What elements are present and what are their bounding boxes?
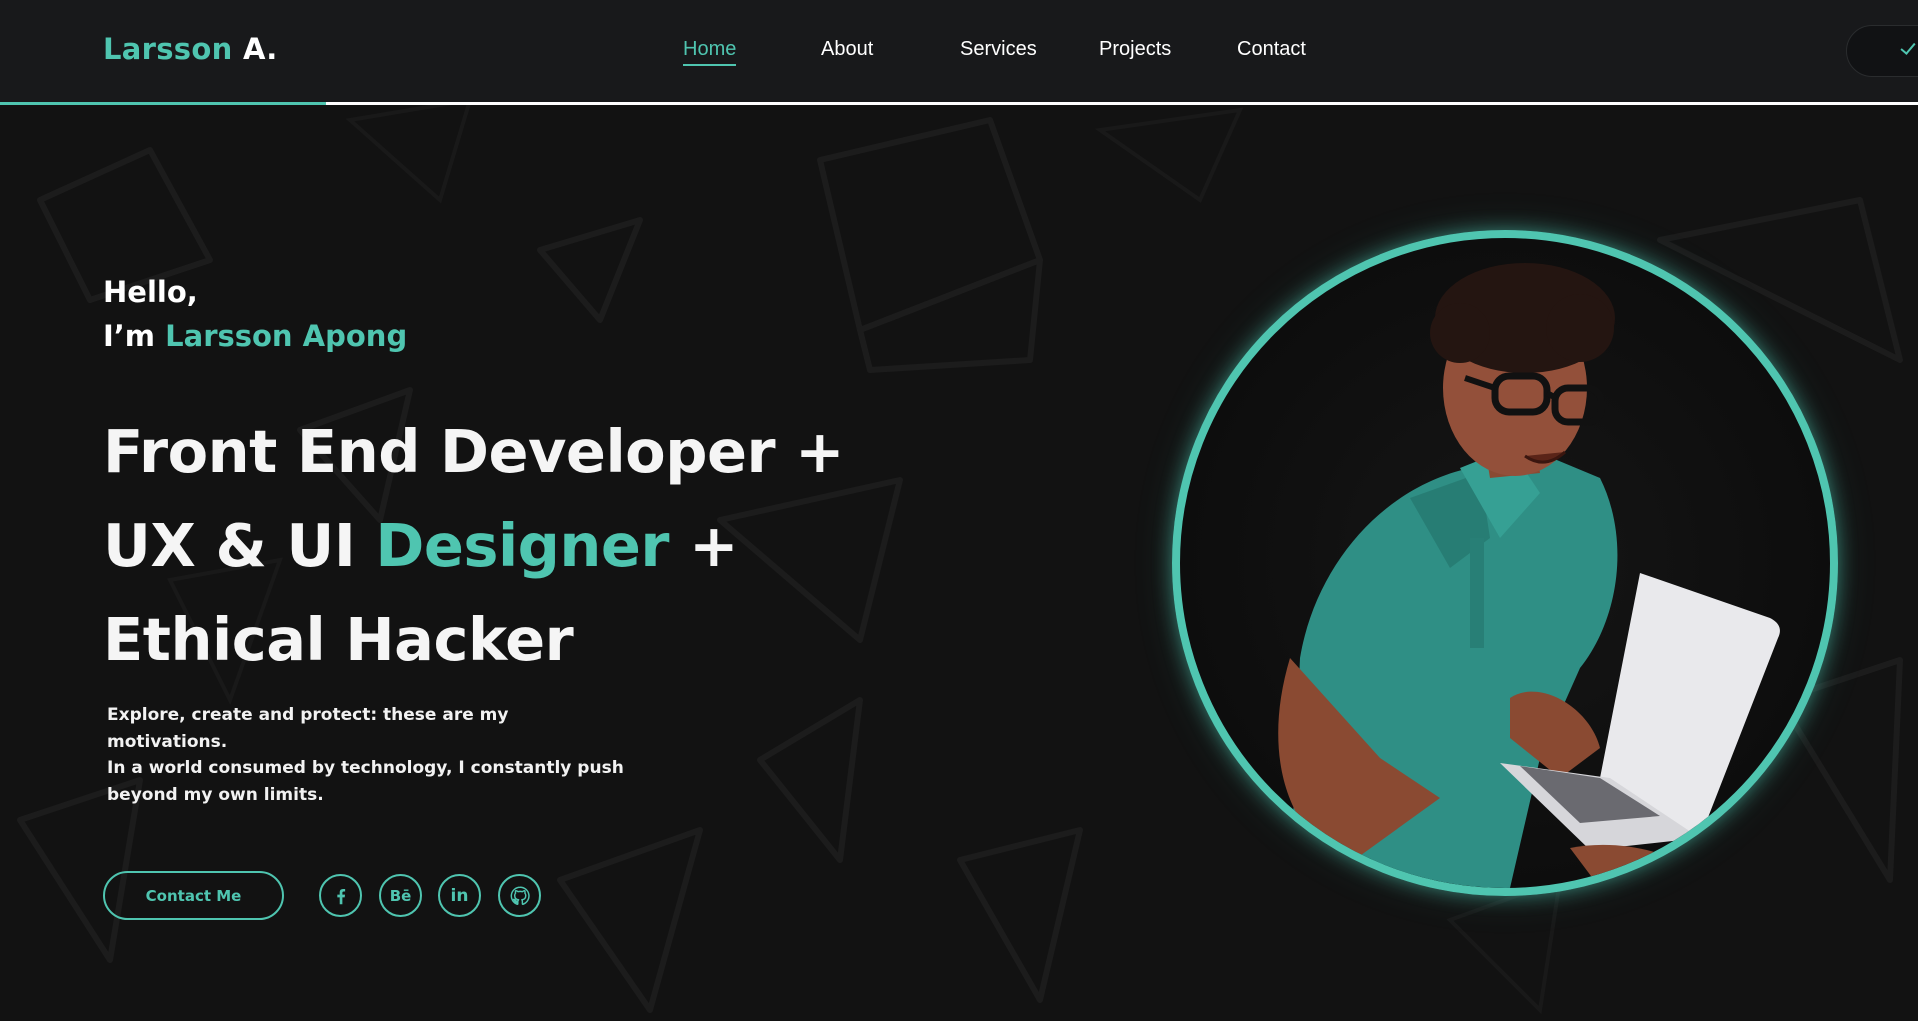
github-icon[interactable] (498, 874, 541, 917)
contact-me-button[interactable]: Contact Me (103, 871, 284, 920)
linkedin-glyph: in (450, 885, 469, 906)
page: Larsson A. Home About Services Projects … (0, 0, 1918, 1021)
nav-about[interactable]: About (821, 38, 873, 61)
theme-toggle-button[interactable] (1846, 25, 1918, 77)
headline-line-2: UX & UI Designer + (103, 499, 844, 593)
github-glyph (510, 886, 530, 905)
hero-headline: Front End Developer + UX & UI Designer +… (103, 405, 845, 687)
greeting-intro: I’m Larsson Apong (103, 314, 407, 358)
hero-greeting: Hello, I’m Larsson Apong (103, 270, 407, 358)
linkedin-icon[interactable]: in (438, 874, 481, 917)
facebook-glyph (336, 888, 345, 904)
bio-line-2: In a world consumed by technology, I con… (107, 758, 624, 778)
portrait-illustration (1278, 263, 1780, 888)
logo-first-name: Larsson (103, 32, 233, 66)
headline-line-2-suffix: + (689, 511, 739, 580)
greeting-hello: Hello, (103, 275, 198, 309)
nav-projects[interactable]: Projects (1099, 38, 1171, 61)
logo-initial: A. (242, 32, 278, 66)
intro-prefix: I’m (103, 319, 156, 353)
headline-line-1: Front End Developer + (103, 417, 845, 486)
profile-portrait (1172, 230, 1838, 896)
behance-glyph: Bē (389, 886, 412, 905)
bio-line-1: Explore, create and protect: these are m… (107, 705, 509, 752)
facebook-icon[interactable] (319, 874, 362, 917)
toggle-indicator-icon (1900, 39, 1916, 55)
nav-contact[interactable]: Contact (1237, 38, 1306, 61)
site-header: Larsson A. Home About Services Projects … (0, 0, 1918, 105)
site-logo[interactable]: Larsson A. (103, 32, 278, 66)
headline-line-2-plain: UX & UI (103, 511, 356, 580)
scroll-progress-fill (0, 102, 327, 105)
headline-line-3: Ethical Hacker (103, 605, 574, 674)
behance-icon[interactable]: Bē (379, 874, 422, 917)
nav-services[interactable]: Services (960, 38, 1037, 61)
hero-name: Larsson Apong (165, 319, 408, 353)
bio-line-3: beyond my own limits. (107, 784, 324, 805)
hero-bio: Explore, create and protect: these are m… (107, 702, 627, 808)
scroll-progress-bar (0, 102, 1918, 105)
headline-line-2-accent: Designer (375, 511, 670, 580)
nav-home[interactable]: Home (683, 38, 737, 66)
